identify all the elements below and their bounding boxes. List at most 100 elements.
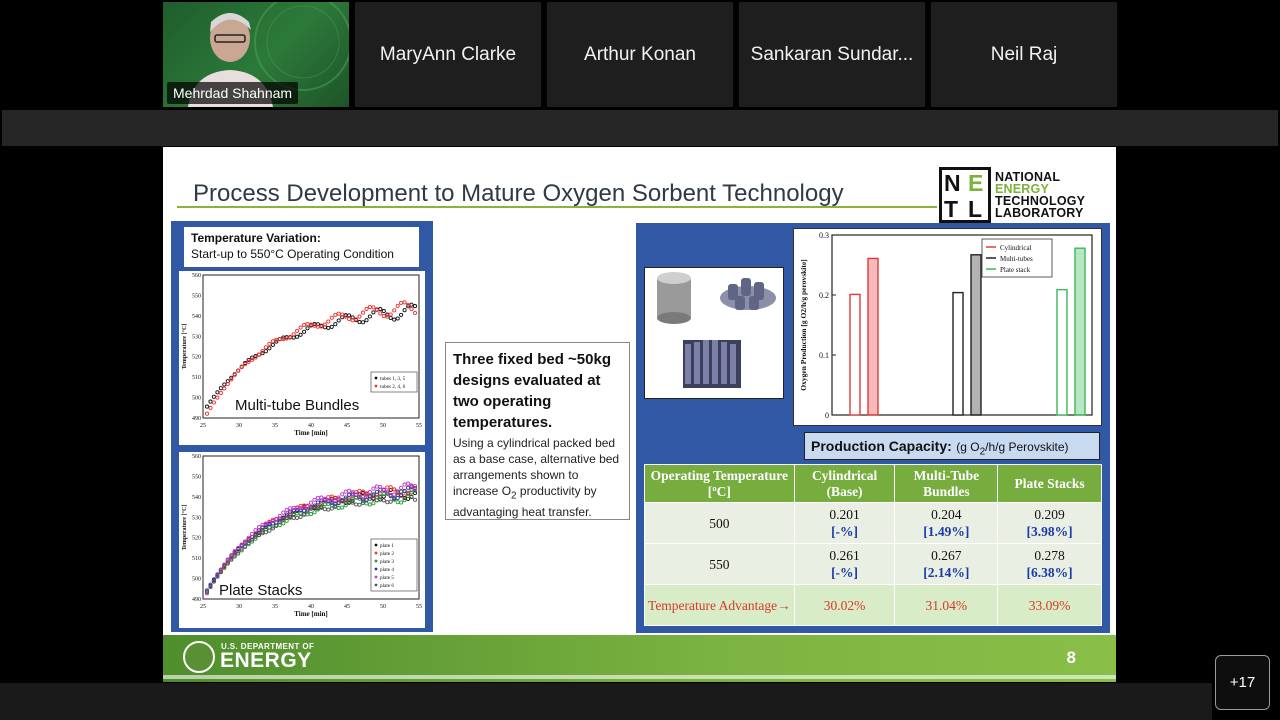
x-tick-label: 30 — [236, 604, 242, 610]
participant-tile-3[interactable]: Sankaran Sundar... — [739, 2, 925, 107]
participant-name: MaryAnn Clarke — [379, 43, 517, 65]
temperature-variation-subtitle: Start-up to 550°C Operating Condition — [191, 247, 394, 261]
slide-page-number: 8 — [1066, 648, 1076, 667]
y-tick-label: 530 — [192, 334, 201, 340]
oxygen-production-chart-svg: 0 0.1 0.2 0.3 Oxygen Production [g O2/h/g pe… — [799, 231, 1093, 420]
oxygen-production-chart: 0 0.1 0.2 0.3 Oxygen Production [g O2/h/g pe… — [793, 228, 1102, 426]
cell-percent: [6.38%] — [1026, 565, 1073, 580]
legend-marker — [374, 543, 378, 547]
y-tick-label: 560 — [192, 273, 201, 279]
table-row-advantage: Temperature Advantage→ 30.02% 31.04% 33.… — [644, 584, 1102, 626]
table-header: Operating Temperature [ºC] — [644, 464, 795, 503]
table-cell: 0.201 [-%] — [793, 502, 896, 544]
y-tick-label: 540 — [192, 314, 201, 320]
unit-pre: (g O — [956, 440, 980, 454]
logo-letter: T — [944, 196, 959, 222]
participant-tile-1[interactable]: MaryAnn Clarke — [355, 2, 541, 107]
x-tick-label: 30 — [236, 423, 242, 429]
temperature-variation-box: Temperature Variation: Start-up to 550°C… — [184, 227, 419, 267]
temperature-panel: Temperature Variation: Start-up to 550°C… — [171, 221, 433, 632]
meeting-bottom-bar — [0, 683, 1212, 720]
y-tick-label: 500 — [192, 396, 201, 402]
legend-marker — [374, 583, 378, 587]
x-axis-label: Time [min] — [294, 610, 328, 618]
participant-tile-4[interactable]: Neil Raj — [931, 2, 1117, 107]
table-cell: 0.267 [2.14%] — [894, 543, 999, 585]
y-tick-label: 540 — [192, 495, 201, 501]
production-table: Operating Temperature [ºC] Cylindrical (… — [644, 464, 1102, 626]
plate-stack-plot-svg: 25 30 35 40 45 50 55490500510520530540550560Ti… — [181, 454, 422, 618]
legend-label: plate 1 — [380, 543, 394, 549]
active-speaker-video[interactable]: Mehrdad Shahnam — [163, 2, 349, 107]
summary-heading: Three fixed bed ~50kg designs evaluated … — [453, 351, 611, 431]
multi-tube-plot-label: Multi-tube Bundles — [235, 397, 360, 414]
legend-marker — [374, 567, 378, 571]
x-tick-label: 35 — [272, 604, 278, 610]
plot-legend-box — [370, 538, 418, 592]
cell-percent: [1.49%] — [923, 524, 970, 539]
title-rule — [177, 206, 937, 208]
more-participants-button[interactable]: +17 — [1215, 655, 1270, 710]
production-capacity-label: Production Capacity: (g O2/h/g Perovskit… — [804, 432, 1100, 460]
legend-label: plate 5 — [380, 575, 394, 581]
shared-slide: Process Development to Mature Oxygen Sor… — [163, 147, 1116, 682]
bar — [849, 293, 861, 416]
table-row: 550 0.261 [-%] 0.267 [2.14%] 0.278 [6.38%] — [644, 543, 1102, 585]
legend-marker — [374, 575, 378, 579]
table-header: Plate Stacks — [997, 464, 1102, 503]
cell-percent: [-%] — [831, 524, 859, 539]
summary-body: Using a cylindrical packed bed as a base… — [453, 435, 622, 520]
bar — [1074, 247, 1086, 416]
advantage-label: Temperature Advantage→ — [644, 584, 795, 626]
legend-marker — [374, 376, 378, 380]
logo-letter: L — [968, 196, 983, 222]
participant-name: Sankaran Sundar... — [750, 43, 914, 65]
x-axis-label: Time [min] — [294, 429, 328, 437]
bar — [952, 291, 964, 416]
logo-letter: E — [968, 170, 984, 196]
cell-value: 0.204 — [931, 507, 962, 522]
legend-label: Multi-tubes — [1000, 255, 1033, 263]
y-tick-label: 0 — [825, 411, 829, 420]
legend-label: tubes 1, 3, 5 — [380, 376, 406, 382]
legend-label: tubes 2, 4, 6 — [380, 384, 406, 390]
advantage-value: 33.09% — [997, 584, 1102, 626]
y-tick-label: 560 — [192, 454, 201, 460]
y-tick-label: 550 — [192, 474, 201, 480]
y-tick-label: 520 — [192, 536, 201, 542]
x-tick-label: 50 — [380, 423, 386, 429]
x-tick-label: 55 — [416, 604, 422, 610]
x-tick-label: 25 — [200, 423, 206, 429]
legend-label: plate 4 — [380, 567, 394, 573]
y-tick-label: 510 — [192, 375, 201, 381]
table-cell: 0.209 [3.98%] — [997, 502, 1102, 544]
production-panel: 0 0.1 0.2 0.3 Oxygen Production [g O2/h/g pe… — [636, 223, 1110, 633]
participant-tile-2[interactable]: Arthur Konan — [547, 2, 733, 107]
summary-text-box: Three fixed bed ~50kg designs evaluated … — [445, 342, 630, 520]
x-tick-label: 55 — [416, 423, 422, 429]
y-tick-label: 550 — [192, 293, 201, 299]
table-header-row: Operating Temperature [ºC] Cylindrical (… — [644, 464, 1102, 503]
y-tick-label: 490 — [192, 416, 201, 422]
logo-line: LABORATORY — [995, 206, 1084, 220]
x-tick-label: 25 — [200, 604, 206, 610]
y-tick-label: 490 — [192, 597, 201, 603]
participant-name: Arthur Konan — [584, 43, 696, 65]
y-axis-label: Oxygen Production [g O2/h/g perovskite] — [799, 259, 808, 390]
advantage-value: 31.04% — [894, 584, 999, 626]
production-capacity-unit: (g O2/h/g Perovskite) — [956, 440, 1068, 457]
table-cell-temp: 500 — [644, 502, 795, 544]
table-row: 500 0.201 [-%] 0.204 [1.49%] 0.209 [3.98%] — [644, 502, 1102, 544]
footer-strip — [163, 675, 1116, 679]
production-capacity-title: Production Capacity: — [811, 438, 952, 454]
multi-tube-plot-svg: 25 30 35 40 45 50 55490500510520530540550560Ti… — [181, 273, 422, 437]
x-tick-label: 50 — [380, 604, 386, 610]
legend-label: plate 6 — [380, 583, 394, 589]
y-tick-label: 520 — [192, 355, 201, 361]
x-tick-label: 45 — [344, 604, 350, 610]
legend-label: Plate stack — [1000, 266, 1031, 274]
table-cell-temp: 550 — [644, 543, 795, 585]
bar — [867, 257, 879, 416]
cell-percent: [-%] — [831, 565, 859, 580]
netl-logo-mark: N E T L — [939, 167, 991, 223]
